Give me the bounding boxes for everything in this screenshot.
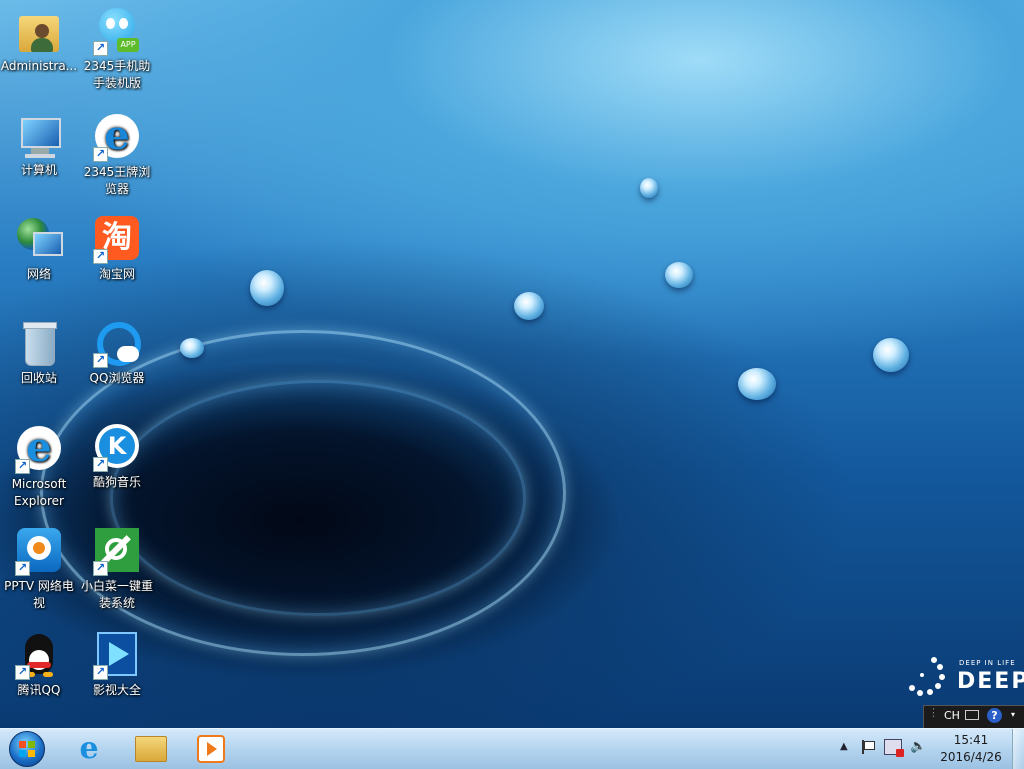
desktop-icon-taobao[interactable]: 淘 ↗ 淘宝网 [78, 216, 156, 283]
taskbar: e ▲ 🔈 15:41 2016/4/26 [0, 728, 1024, 769]
phone-assistant-icon: APP ↗ [93, 8, 141, 56]
splash-inner-rim [110, 380, 526, 616]
shortcut-arrow-icon: ↗ [93, 41, 108, 56]
qq-penguin-icon: ↗ [15, 632, 63, 680]
reinstall-icon: ↗ [93, 528, 141, 576]
water-drop [250, 270, 284, 306]
desktop-icon-network[interactable]: 网络 [0, 216, 78, 283]
desktop-icon-label: Microsoft Explorer [11, 477, 67, 508]
pptv-icon: ↗ [15, 528, 63, 576]
desktop-icon-label: 腾讯QQ [17, 683, 61, 697]
desktop-icon-label: 淘宝网 [98, 267, 135, 281]
shortcut-arrow-icon: ↗ [15, 665, 30, 680]
deepin-swirl-icon [909, 657, 945, 696]
desktop-icon-qq-browser[interactable]: ↗ QQ浏览器 [78, 320, 156, 387]
desktop-icon-label: QQ浏览器 [89, 371, 145, 385]
water-drop [514, 292, 544, 320]
video-player-icon: ↗ [93, 632, 141, 680]
taskbar-explorer-button[interactable] [126, 731, 176, 767]
network-icon [15, 216, 63, 264]
clock[interactable]: 15:41 2016/4/26 [934, 732, 1008, 766]
desktop-icon-video[interactable]: ↗ 影视大全 [78, 632, 156, 699]
network-status-icon[interactable] [884, 739, 904, 757]
desktop-icon-ie[interactable]: e ↗ Microsoft Explorer [0, 424, 78, 510]
help-icon[interactable]: ? [987, 708, 1002, 723]
desktop-icon-label: 酷狗音乐 [92, 475, 141, 489]
language-indicator[interactable]: CH [944, 709, 960, 722]
desktop-icon-label: 网络 [26, 267, 51, 281]
recycle-bin-icon [15, 320, 63, 368]
deepin-tagline: DEEP IN LIFE [959, 659, 1016, 667]
desktop-icon-computer[interactable]: 计算机 [0, 112, 78, 179]
desktop-icon-label: 计算机 [20, 163, 57, 177]
start-button[interactable] [2, 731, 52, 767]
clock-time: 15:41 [953, 733, 989, 747]
browser-2345-icon: e ↗ [93, 114, 141, 162]
taskbar-media-player-button[interactable] [186, 731, 236, 767]
langbar-grip-icon: ⋮ [928, 706, 939, 719]
desktop-icon-label: 2345手机助手装机版 [83, 59, 151, 90]
language-bar[interactable]: ⋮ CH ? ▾ [923, 705, 1024, 728]
shortcut-arrow-icon: ↗ [93, 249, 108, 264]
kugou-icon: K ↗ [93, 424, 141, 472]
desktop-icon-2345-browser[interactable]: e ↗ 2345王牌浏览器 [78, 112, 156, 198]
water-drop [665, 262, 693, 288]
shortcut-arrow-icon: ↗ [93, 457, 108, 472]
shortcut-arrow-icon: ↗ [93, 147, 108, 162]
water-drop [180, 338, 204, 358]
keyboard-icon[interactable] [965, 710, 979, 720]
user-folder-icon [15, 8, 63, 56]
show-desktop-button[interactable] [1012, 729, 1024, 769]
langbar-options-icon[interactable]: ▾ [1011, 710, 1015, 719]
qq-browser-icon: ↗ [93, 320, 141, 368]
shortcut-arrow-icon: ↗ [15, 459, 30, 474]
water-drop [738, 368, 776, 400]
computer-icon [15, 112, 63, 160]
desktop-icon-label: 影视大全 [92, 683, 141, 697]
volume-icon[interactable]: 🔈 [910, 739, 926, 754]
desktop-icon-label: Administra... [0, 59, 78, 73]
taskbar-ie-button[interactable]: e [64, 731, 114, 767]
desktop-wallpaper: Administra... 计算机 网络 回收站 e ↗ Microsoft E… [0, 0, 1024, 728]
water-drop [640, 178, 658, 198]
deepin-name: DEEPI [957, 669, 1024, 694]
tray-expand-button[interactable]: ▲ [840, 741, 848, 752]
desktop-icon-recycle-bin[interactable]: 回收站 [0, 320, 78, 387]
desktop-icon-pptv[interactable]: ↗ PPTV 网络电视 [0, 528, 78, 612]
desktop-icon-administrator[interactable]: Administra... [0, 8, 78, 75]
desktop-icon-label: 回收站 [20, 371, 57, 385]
start-orb-icon [9, 731, 45, 767]
clock-date: 2016/4/26 [940, 750, 1002, 764]
media-player-icon [197, 735, 225, 763]
desktop-icon-reinstall[interactable]: ↗ 小白菜一键重装系统 [78, 528, 156, 612]
app-badge: APP [117, 38, 139, 52]
desktop-icon-kugou[interactable]: K ↗ 酷狗音乐 [78, 424, 156, 491]
desktop-icon-label: PPTV 网络电视 [4, 579, 74, 610]
deepin-logo: DEEP IN LIFE DEEPI [904, 655, 1024, 699]
flag-icon[interactable] [862, 740, 875, 754]
desktop-icon-2345-assistant[interactable]: APP ↗ 2345手机助手装机版 [78, 8, 156, 92]
ie-icon: e ↗ [15, 426, 63, 474]
shortcut-arrow-icon: ↗ [15, 561, 30, 576]
desktop-icon-label: 小白菜一键重装系统 [80, 579, 153, 610]
desktop-icon-qq[interactable]: ↗ 腾讯QQ [0, 632, 78, 699]
desktop-icon-label: 2345王牌浏览器 [83, 165, 151, 196]
shortcut-arrow-icon: ↗ [93, 353, 108, 368]
shortcut-arrow-icon: ↗ [93, 665, 108, 680]
ie-icon: e [79, 731, 99, 766]
shortcut-arrow-icon: ↗ [93, 561, 108, 576]
water-drop [873, 338, 909, 372]
taobao-icon: 淘 ↗ [93, 216, 141, 264]
explorer-icon [135, 736, 167, 762]
